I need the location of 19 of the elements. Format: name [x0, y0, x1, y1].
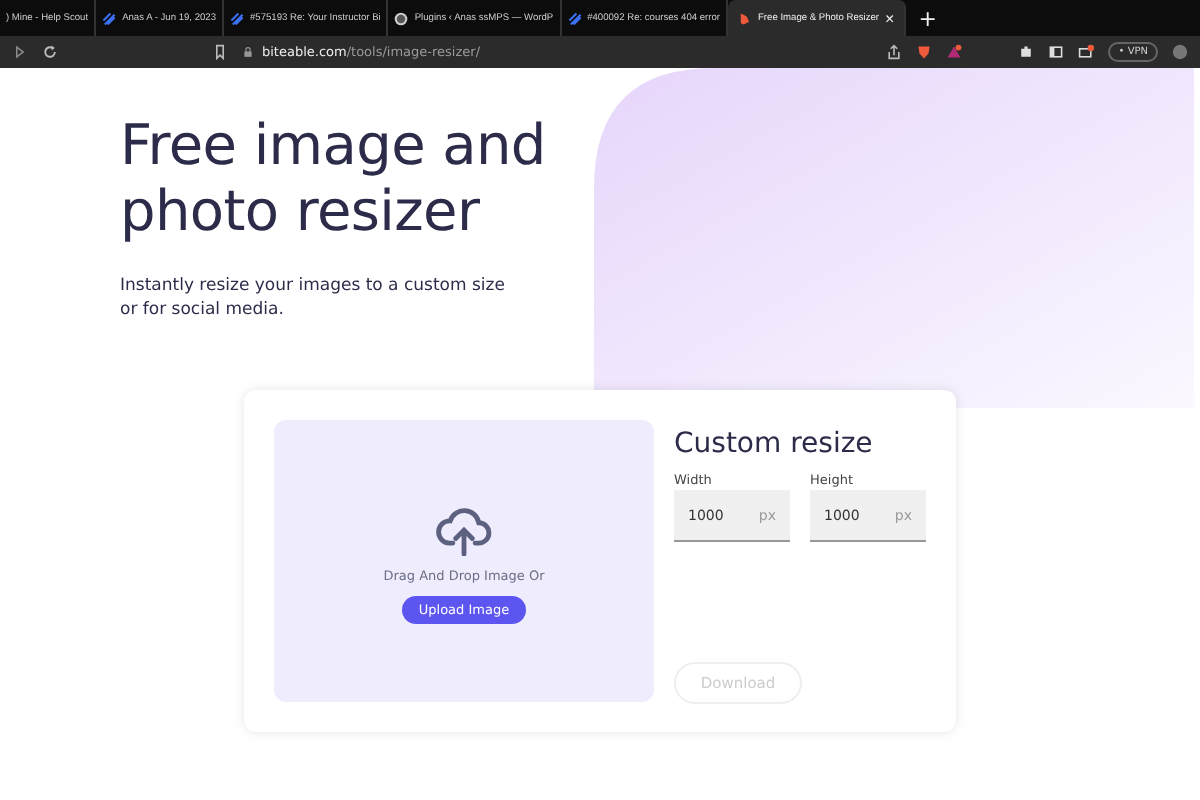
wordpress-icon — [394, 11, 409, 25]
sidebar-icon[interactable] — [1048, 44, 1065, 60]
bookmark-icon[interactable] — [212, 44, 228, 60]
stripes-icon — [230, 11, 245, 25]
triangle-icon[interactable] — [946, 44, 962, 60]
brand-icon — [738, 11, 752, 25]
share-icon[interactable] — [886, 44, 902, 60]
page-subtitle: Instantly resize your images to a custom size or for social media. — [120, 274, 507, 322]
forward-icon[interactable] — [12, 44, 28, 60]
lock-icon — [242, 46, 254, 58]
stripes-icon — [102, 11, 117, 25]
page-title: Free image and photo resizer — [120, 112, 548, 244]
shield-icon[interactable] — [916, 44, 932, 60]
avatar-icon[interactable] — [1172, 44, 1188, 60]
new-tab-button[interactable]: + — [906, 0, 949, 36]
reload-icon[interactable] — [42, 44, 58, 60]
stripes-icon — [567, 11, 582, 25]
section-title: Custom resize — [674, 428, 875, 460]
cloud-upload-icon — [436, 507, 492, 555]
